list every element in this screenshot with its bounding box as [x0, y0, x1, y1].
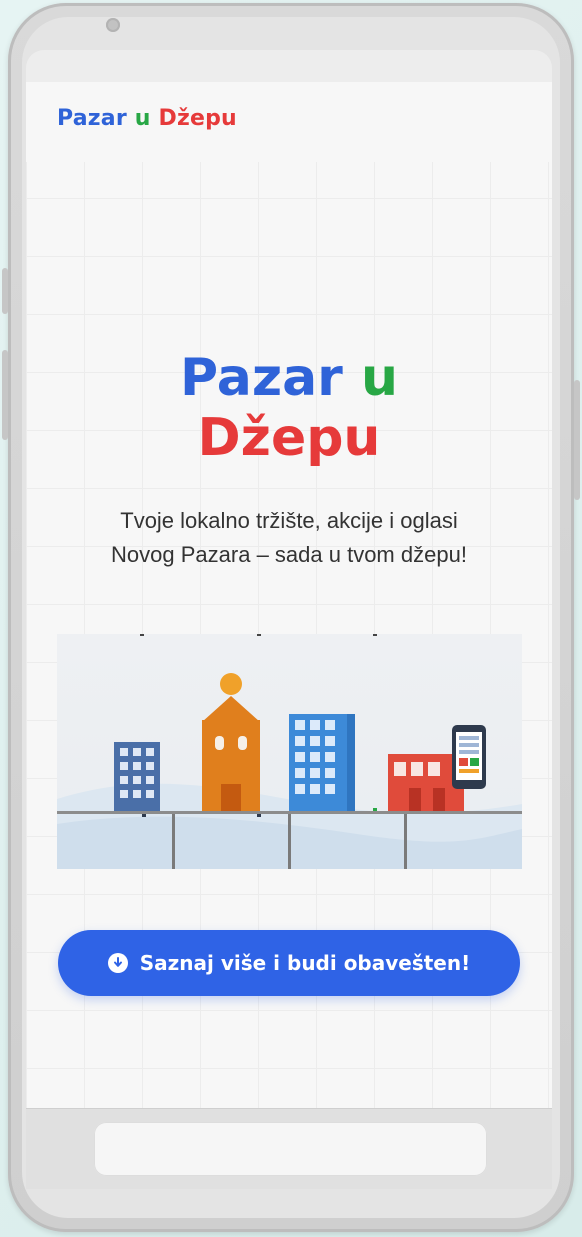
volume-up-button[interactable] — [2, 268, 8, 314]
status-bar — [26, 50, 552, 82]
arrow-down-circle-icon — [107, 953, 128, 973]
hero-title: Pazar u Džepu — [26, 348, 552, 468]
hero-subtitle-line1: Tvoje lokalno tržište, akcije i oglasi — [120, 508, 458, 533]
logo[interactable]: Pazar u Džepu — [57, 106, 237, 131]
hero-subtitle-line2: Novog Pazara – sada u tvom džepu! — [111, 542, 467, 567]
learn-more-label: Saznaj više i budi obavešten! — [139, 951, 471, 975]
learn-more-button[interactable]: Saznaj više i budi obavešten! — [58, 930, 520, 996]
app-screen: Pazar u Džepu Pazar u Džepu Tvoje lokaln… — [26, 82, 552, 1108]
logo-word-dzepu: Džepu — [158, 106, 237, 131]
hero-title-dzepu: Džepu — [197, 408, 381, 468]
city-market-illustration — [57, 634, 522, 869]
background: Pazar u Džepu Pazar u Džepu Tvoje lokaln… — [0, 0, 582, 1237]
logo-word-u: u — [134, 106, 151, 131]
app-header: Pazar u Džepu — [26, 82, 552, 162]
hero-title-pazar: Pazar — [180, 348, 343, 408]
city-illustration-svg — [57, 634, 522, 869]
camera-icon — [106, 18, 120, 32]
power-button[interactable] — [574, 380, 580, 500]
hero-title-u: u — [360, 348, 398, 408]
hero-subtitle: Tvoje lokalno tržište, akcije i oglasi N… — [26, 504, 552, 572]
logo-word-pazar: Pazar — [57, 106, 127, 131]
volume-down-button[interactable] — [2, 350, 8, 440]
home-bar[interactable] — [94, 1122, 487, 1176]
